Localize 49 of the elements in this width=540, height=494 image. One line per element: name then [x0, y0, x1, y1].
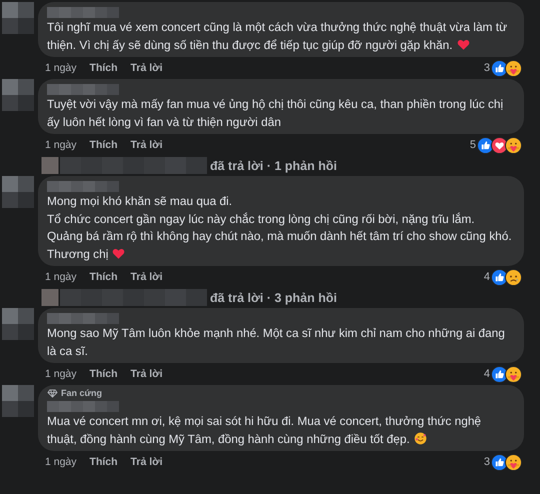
hugging-face-icon	[505, 136, 522, 154]
heart-icon	[112, 246, 126, 260]
comment-time[interactable]: 1 ngày	[45, 62, 77, 74]
blurred-avatar-icon[interactable]	[40, 157, 60, 174]
blurred-avatar-icon[interactable]	[2, 79, 34, 111]
reaction-count[interactable]: 4	[484, 271, 490, 283]
like-link[interactable]: Thích	[90, 456, 118, 468]
blurred-name-icon[interactable]	[47, 401, 119, 412]
reaction-count[interactable]: 3	[484, 62, 490, 74]
comment-text: Mong mọi khó khăn sẽ mau qua đi. Tổ chức concert gần ngay lúc này chắc trong lòng chị cũng rối bời, nặng trĩu lắm. Quảng bá rầm rộ thì không hay chút nào, mà muốn dành hết tâm trí cho show cũng khó. Thương chị	[47, 193, 513, 262]
comment-text: Mua vé concert mn ơi, kệ mọi sai sót hi hữu đi. Mua vé concert, thưởng thức nghệ thuật, đồng hành cùng Mỹ Tâm, đồng hành cùng những điều tốt đẹp.	[47, 413, 482, 448]
comment-time[interactable]: 1 ngày	[45, 271, 77, 283]
hugging-face-icon	[505, 366, 522, 382]
reply-link[interactable]: Trả lời	[130, 456, 163, 468]
badge-label: Fan cứng	[61, 388, 102, 399]
reaction-count[interactable]: 3	[484, 456, 490, 468]
blurred-name-icon[interactable]	[47, 181, 119, 192]
blurred-avatar-icon[interactable]	[2, 308, 34, 340]
comment-text: Mong sao Mỹ Tâm luôn khỏe mạnh nhé. Một ca sĩ như kim chỉ nam cho những ai đang là ca sĩ.	[47, 325, 506, 360]
comment-text: Tôi nghĩ mua vé xem concert cũng là một cách vừa thưởng thức nghệ thuật vừa làm từ thiện. Vì chị ấy sẽ dùng số tiền thu được để tiếp tục giúp đỡ người gặp khăn.	[47, 19, 508, 54]
hugging-face-icon	[505, 454, 522, 470]
view-replies-link[interactable]: đã trả lời · 3 phản hồi	[207, 290, 337, 304]
like-link[interactable]: Thích	[90, 139, 118, 151]
heart-icon	[456, 38, 470, 50]
blurred-avatar-icon[interactable]	[40, 289, 60, 306]
blurred-name-icon[interactable]	[47, 84, 119, 95]
comment-time[interactable]: 1 ngày	[45, 139, 77, 151]
comment-text: Tuyệt vời vậy mà mấy fan mua vé ủng hộ chị thôi cũng kêu ca, than phiền trong lúc chị ấy luôn hết lòng vì fan và từ thiện người dân	[47, 96, 504, 130]
reply-link[interactable]: Trả lời	[130, 368, 163, 380]
reply-link[interactable]: Trả lời	[130, 62, 163, 74]
hugging-face-icon	[505, 60, 522, 76]
like-link[interactable]: Thích	[90, 368, 118, 380]
diamond-icon	[47, 389, 58, 398]
reply-link[interactable]: Trả lời	[130, 139, 163, 151]
reaction-count[interactable]: 5	[470, 139, 476, 151]
blurred-name-icon[interactable]	[47, 313, 119, 324]
like-link[interactable]: Thích	[90, 271, 118, 283]
reaction-count[interactable]: 4	[484, 368, 490, 380]
smiling-face-icon	[414, 432, 427, 444]
blurred-avatar-icon[interactable]	[2, 2, 34, 34]
sad-face-icon	[505, 268, 522, 286]
blurred-avatar-icon[interactable]	[2, 176, 34, 208]
comment-time[interactable]: 1 ngày	[45, 368, 77, 380]
reply-link[interactable]: Trả lời	[130, 271, 163, 283]
view-replies-link[interactable]: đã trả lời · 1 phản hồi	[207, 158, 337, 172]
comment-time[interactable]: 1 ngày	[45, 456, 77, 468]
like-link[interactable]: Thích	[90, 62, 118, 74]
blurred-name-icon[interactable]	[47, 7, 119, 18]
blurred-avatar-icon[interactable]	[2, 385, 34, 417]
